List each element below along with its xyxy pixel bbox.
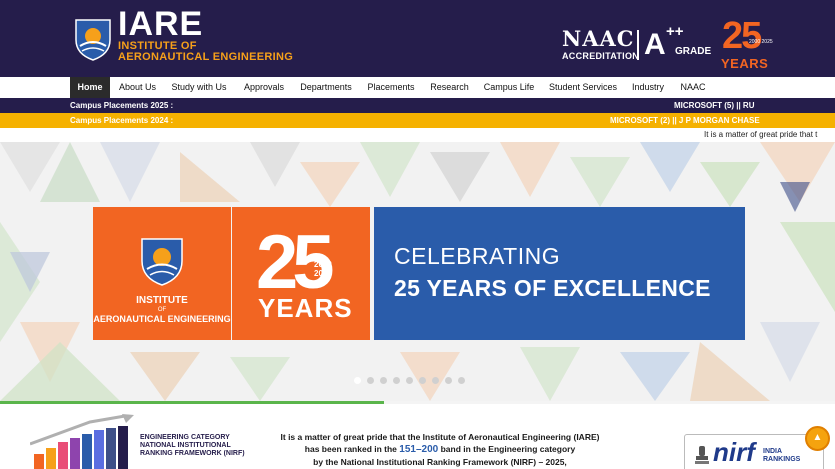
announcement-line2-b: band in the Engineering category	[438, 444, 576, 454]
slider-dot[interactable]	[419, 377, 426, 384]
nirf-label-line2: NATIONAL INSTITUTIONAL	[140, 442, 231, 449]
anniversary-range: 2000 2025	[749, 39, 773, 45]
page: IARE INSTITUTE OF AERONAUTICAL ENGINEERI…	[0, 0, 835, 469]
anniversary-word: YEARS	[721, 56, 769, 71]
slider-dot[interactable]	[445, 377, 452, 384]
naac-grade-letter: A	[644, 28, 666, 61]
announcement-line3: by the National Institutional Ranking Fr…	[313, 457, 567, 467]
banner-institute-line3: AERONAUTICAL ENGINEERING	[93, 314, 231, 324]
india-emblem-icon	[695, 446, 709, 464]
ticker-2024-label-year: 2024	[150, 116, 169, 125]
announcement-line1: It is a matter of great pride that the I…	[280, 432, 600, 442]
ticker-2024-label-prefix: Campus Placements	[70, 116, 151, 125]
nav-home[interactable]: Home	[70, 77, 110, 98]
nav-placements[interactable]: Placements	[362, 77, 420, 98]
banner-years-word: YEARS	[258, 293, 353, 323]
chevron-up-icon: ▲	[812, 432, 823, 443]
ticker-2024-label: Campus Placements 2024 :	[70, 113, 173, 128]
nav-approvals[interactable]: Approvals	[238, 77, 290, 98]
nav-research[interactable]: Research	[425, 77, 474, 98]
ticker-2024-label-suffix: :	[168, 116, 174, 125]
nirf-label-line3: RANKING FRAMEWORK (NIRF)	[140, 450, 245, 457]
nav-naac[interactable]: NAAC	[674, 77, 712, 98]
ticker-placements-2024: Campus Placements 2024 : MICROSOFT (2) |…	[0, 113, 835, 128]
slider-dot[interactable]	[393, 377, 400, 384]
nirf-bar-graphic-icon	[30, 414, 134, 469]
naac-logo-text: NAAC	[562, 26, 635, 51]
slider-dot[interactable]	[367, 377, 374, 384]
banner-institute-panel: INSTITUTE OF AERONAUTICAL ENGINEERING	[93, 207, 231, 340]
announcement-line2: has been ranked in the 151–200 band in t…	[260, 443, 620, 456]
naac-grade-plus: ++	[666, 23, 684, 40]
slider-dot[interactable]	[432, 377, 439, 384]
naac-accreditation-label: ACCREDITATION	[562, 51, 640, 61]
ticker-2024-text[interactable]: MICROSOFT (2) || J P MORGAN CHASE	[610, 113, 760, 128]
badge-india: INDIA	[763, 448, 783, 455]
nav-industry[interactable]: Industry	[627, 77, 669, 98]
slider-dot[interactable]	[458, 377, 465, 384]
banner-celebrating: CELEBRATING	[394, 243, 561, 269]
banner-range-start: 2000	[314, 260, 332, 269]
nav-departments[interactable]: Departments	[295, 77, 357, 98]
slider-progress-fill	[0, 401, 385, 404]
badge-rankings: RANKINGS	[763, 456, 801, 463]
main-nav: Home About Us Study with Us Approvals De…	[0, 77, 835, 98]
logo-title[interactable]: IARE	[118, 7, 203, 41]
back-to-top-button[interactable]: ▲	[805, 426, 830, 451]
banner-25-years-panel: 25 2000 2025 YEARS	[232, 207, 370, 340]
ticker-2025-text[interactable]: MICROSOFT (5) || RU	[674, 98, 754, 113]
slider-dot[interactable]	[380, 377, 387, 384]
announcement-rank-band: 151–200	[399, 444, 439, 455]
slider-dot[interactable]	[406, 377, 413, 384]
marquee-text[interactable]: It is a matter of great pride that t	[704, 129, 817, 141]
nav-student-services[interactable]: Student Services	[544, 77, 622, 98]
iare-emblem-icon[interactable]	[72, 12, 114, 62]
banner-institute-line1: INSTITUTE	[136, 295, 188, 306]
banner-excellence: 25 YEARS OF EXCELLENCE	[394, 275, 711, 301]
nirf-announcement-text: It is a matter of great pride that the I…	[260, 431, 620, 468]
announcement-line2-a: has been ranked in the	[304, 444, 400, 454]
banner-range-end: 2025	[314, 269, 332, 278]
naac-divider	[637, 30, 639, 60]
banner-emblem-icon	[141, 238, 183, 286]
announcement-marquee: It is a matter of great pride that t	[0, 128, 835, 142]
banner-celebrating-panel: CELEBRATING 25 YEARS OF EXCELLENCE	[374, 207, 745, 340]
hero-slider[interactable]: INSTITUTE OF AERONAUTICAL ENGINEERING 25…	[0, 142, 835, 401]
site-header: IARE INSTITUTE OF AERONAUTICAL ENGINEERI…	[0, 0, 835, 77]
nav-study-with-us[interactable]: Study with Us	[166, 77, 232, 98]
slider-dot[interactable]	[354, 377, 361, 384]
slider-progress-track	[0, 401, 835, 404]
anniversary-number: 25	[722, 15, 762, 57]
naac-grade-label: GRADE	[675, 46, 712, 57]
ticker-2025-label: Campus Placements 2025 :	[70, 101, 174, 110]
badge-nirf-wordmark: nirf	[713, 437, 755, 467]
logo-subtitle-line2: AERONAUTICAL ENGINEERING	[118, 51, 294, 63]
nirf-category-label: ENGINEERING CATEGORY	[140, 434, 230, 441]
nirf-rankings-badge[interactable]: nirf INDIA RANKINGS	[684, 434, 824, 469]
ticker-placements-2025: Campus Placements 2025 : MICROSOFT (5) |…	[0, 98, 835, 113]
banner-institute-line2: OF	[157, 307, 167, 313]
nav-about-us[interactable]: About Us	[114, 77, 161, 98]
nav-campus-life[interactable]: Campus Life	[479, 77, 539, 98]
